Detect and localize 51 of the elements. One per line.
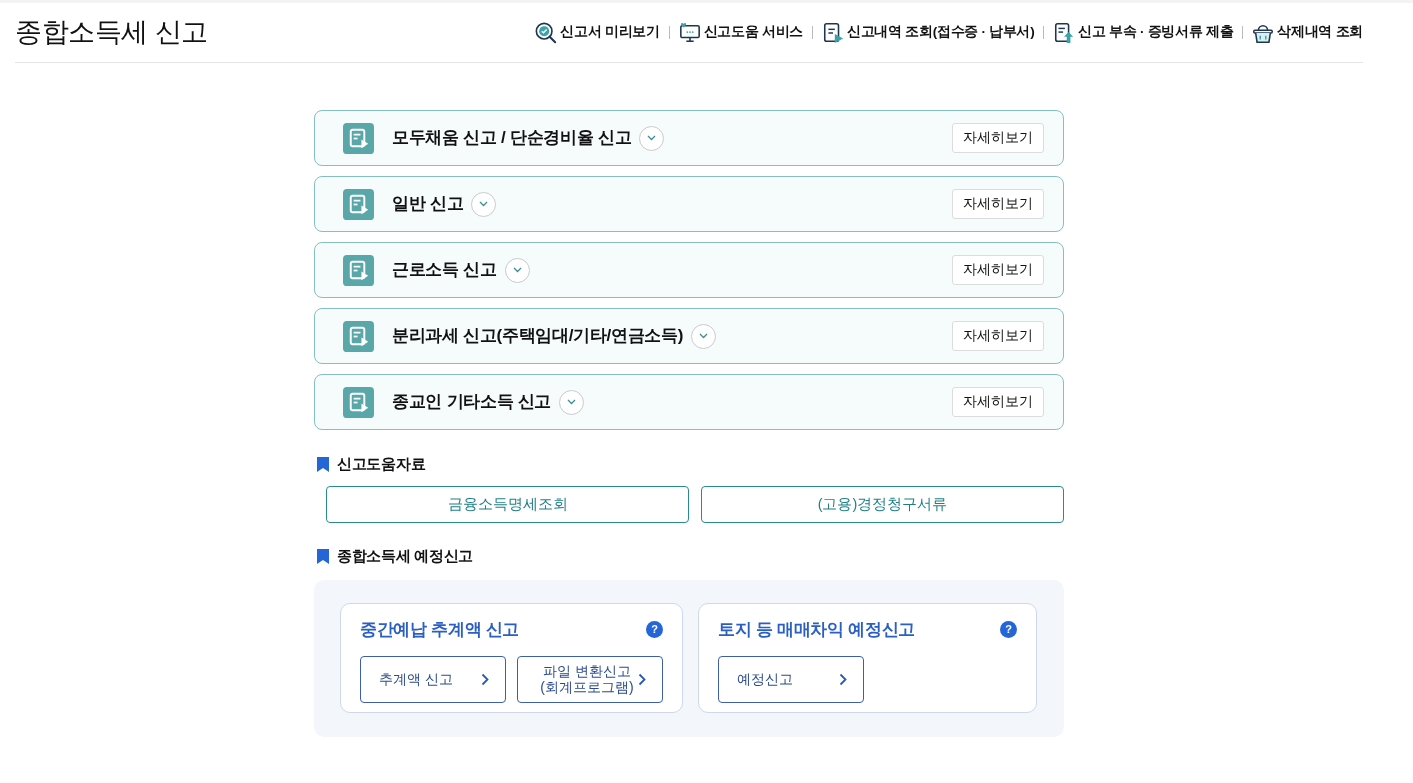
chevron-down-icon [699,333,709,339]
chevron-down-icon [647,135,657,141]
expand-toggle[interactable] [691,323,717,349]
filing-button[interactable]: 예정신고 [718,655,864,703]
accordion-title: 일반 신고 [392,193,464,216]
section-heading: 종합소득세 예정신고 [337,545,474,566]
chevron-right-icon [481,672,489,686]
document-play-icon [343,188,374,220]
bookmark-icon [317,548,329,564]
expand-toggle[interactable] [639,125,665,151]
page-title: 종합소득세 신고 [15,16,208,49]
chevron-down-icon [567,399,577,405]
details-button[interactable]: 자세히보기 [952,320,1044,352]
accordion-title: 분리과세 신고(주택임대/기타/연금소득) [392,325,684,348]
chevron-right-icon [839,672,847,686]
monitor-icon [678,21,701,44]
header-link[interactable]: 신고내역 조회(접수증 · 납부서) [822,21,1035,44]
section-heading: 신고도움자료 [337,453,426,474]
chevron-right-icon [638,672,646,686]
details-button[interactable]: 자세히보기 [952,188,1044,220]
help-icon[interactable]: ? [1000,621,1017,639]
card-title: 토지 등 매매차익 예정신고 [718,619,915,641]
header-link[interactable]: 신고 부속 · 증빙서류 제출 [1053,21,1234,44]
header-link[interactable]: 삭제내역 조회 [1252,21,1363,44]
help-icon[interactable]: ? [646,621,663,639]
chevron-down-icon [479,201,489,207]
accordion-title: 종교인 기타소득 신고 [392,391,552,414]
resource-button[interactable]: 금융소득명세조회 [326,486,689,523]
filing-button[interactable]: 파일 변환신고 (회계프로그램) [517,655,663,703]
accordion-title: 근로소득 신고 [392,259,497,282]
magnifier-check-icon [535,21,558,44]
expand-toggle[interactable] [504,257,530,283]
document-play-icon [822,21,844,44]
header-link[interactable]: 신고서 미리보기 [535,21,660,44]
expand-toggle[interactable] [471,191,497,217]
header-link[interactable]: 신고도움 서비스 [678,21,803,44]
bookmark-icon [317,456,329,472]
document-play-icon [343,386,374,418]
document-play-icon [343,254,374,286]
details-button[interactable]: 자세히보기 [952,122,1044,154]
document-arrow-icon [1053,21,1076,44]
resource-button[interactable]: (고용)경정청구서류 [701,486,1064,523]
chevron-down-icon [512,267,522,273]
details-button[interactable]: 자세히보기 [952,254,1044,286]
document-play-icon [343,122,374,154]
document-play-icon [343,320,374,352]
details-button[interactable]: 자세히보기 [952,386,1044,418]
filing-button[interactable]: 추계액 신고 [360,655,506,703]
card-title: 중간예납 추계액 신고 [360,619,520,641]
accordion-title: 모두채움 신고 / 단순경비율 신고 [392,127,632,150]
expand-toggle[interactable] [559,389,585,415]
